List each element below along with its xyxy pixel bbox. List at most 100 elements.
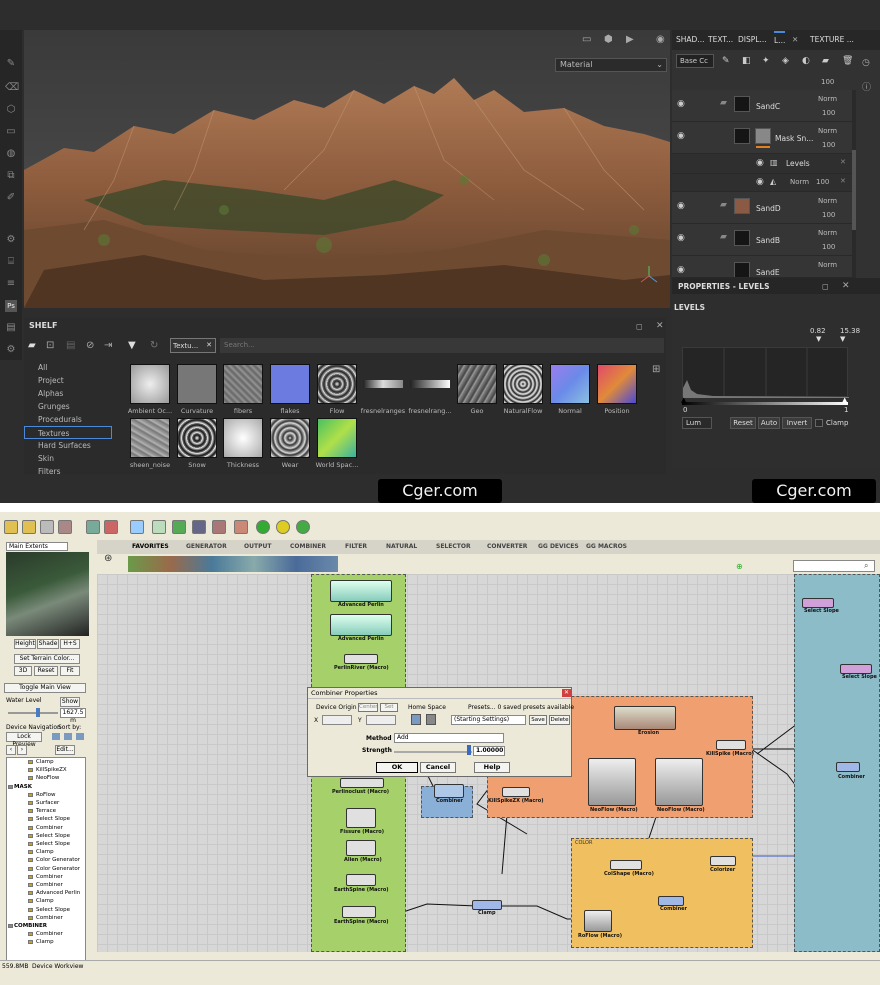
node-colshape[interactable] — [610, 860, 642, 870]
tree-item[interactable]: Combiner — [36, 882, 63, 888]
max-input-handle[interactable]: ▼ — [840, 335, 845, 343]
thumb-fresnelranges-2[interactable] — [410, 380, 450, 388]
bake-icon[interactable]: ⌸ — [5, 256, 17, 268]
visibility-eye-icon[interactable]: ◉ — [756, 158, 764, 168]
tree-item[interactable]: Select Slope — [36, 833, 70, 839]
projection-icon[interactable]: ⬡ — [5, 104, 17, 116]
water-slider-thumb[interactable] — [36, 708, 40, 717]
save-icon[interactable]: ▤ — [66, 340, 75, 351]
close-icon[interactable]: ✕ — [842, 281, 850, 291]
tab-filter[interactable]: FILTER — [345, 543, 367, 550]
node-select-slope-2[interactable] — [840, 664, 872, 674]
reset-button[interactable]: Reset — [730, 417, 756, 429]
eraser-icon[interactable]: ⌫ — [5, 82, 19, 94]
category-project[interactable]: Project — [38, 376, 64, 385]
node-earthspine-2[interactable] — [342, 906, 376, 918]
chip-close-icon[interactable]: ✕ — [206, 341, 212, 349]
water-level-field[interactable]: 1627.5 m — [60, 708, 86, 724]
shade-view-button[interactable]: Shade — [37, 639, 59, 649]
tab-close-icon[interactable]: ✕ — [792, 35, 798, 44]
thumb-geo[interactable] — [457, 364, 497, 404]
category-alphas[interactable]: Alphas — [38, 389, 63, 398]
node-perlinoclust[interactable] — [340, 778, 384, 788]
node-colorizer[interactable] — [710, 856, 736, 866]
node-combiner-right[interactable] — [836, 762, 860, 772]
output-max-handle[interactable]: ▲ — [842, 396, 847, 404]
document-icon[interactable]: ▤ — [5, 322, 17, 334]
channel-select[interactable]: Base Cc — [676, 54, 714, 68]
scrollbar-thumb[interactable] — [852, 150, 856, 230]
water-level-slider[interactable] — [8, 712, 58, 714]
refresh-icon[interactable]: ↻ — [150, 340, 158, 351]
strength-slider[interactable] — [394, 751, 472, 753]
effect-row-fill[interactable]: ◉ ◭ Norm 100 ✕ — [672, 174, 852, 192]
layers-scrollbar[interactable] — [852, 90, 856, 278]
layer-opacity[interactable]: 100 — [822, 211, 835, 219]
cube-view-icon[interactable]: ⬢ — [604, 34, 613, 45]
effect-close-icon[interactable]: ✕ — [840, 177, 846, 185]
blend-mode[interactable]: Norm — [818, 261, 837, 269]
save-preset-button[interactable]: Save — [529, 715, 547, 725]
thumb-ambient-occlusion[interactable] — [130, 364, 170, 404]
info-icon[interactable]: ⓘ — [862, 80, 871, 93]
blend-mode[interactable]: Norm — [818, 127, 837, 135]
thumb-thickness[interactable] — [223, 418, 263, 458]
delete-icon[interactable]: 🗑 — [842, 56, 853, 66]
tab-texture-set-settings[interactable]: TEXTURE ... — [810, 35, 854, 44]
set-button[interactable]: Set — [380, 703, 398, 712]
thumb-sheen-noise[interactable] — [130, 418, 170, 458]
layer-row-sandc[interactable]: ◉ ▰ SandC Norm 100 — [672, 90, 852, 122]
new-file-icon[interactable] — [4, 520, 18, 534]
visibility-eye-icon[interactable]: ◉ — [677, 265, 685, 275]
levels-histogram[interactable] — [682, 347, 849, 398]
terrain-preview[interactable] — [6, 552, 89, 636]
node-clamp[interactable] — [472, 900, 502, 910]
tree-item[interactable]: RoFlow — [36, 792, 56, 798]
layers-stack-icon[interactable]: ≡ — [5, 278, 17, 290]
layer-row-sandb[interactable]: ◉ ▰ SandB Norm 100 — [672, 224, 852, 256]
sort-icon-a[interactable] — [52, 733, 60, 740]
extents-select[interactable]: Main Extents — [6, 542, 68, 551]
center-button[interactable]: Center — [358, 703, 378, 712]
tree-item[interactable]: Clamp — [36, 849, 54, 855]
thumb-fibers[interactable] — [223, 364, 263, 404]
search-input[interactable]: Search... — [220, 338, 664, 353]
category-hard-surfaces[interactable]: Hard Surfaces — [38, 441, 91, 450]
delete-preset-button[interactable]: Delete — [549, 715, 570, 725]
device-search-input[interactable] — [793, 560, 875, 572]
tree-item[interactable]: Clamp — [36, 939, 54, 945]
device-palette-strip[interactable] — [128, 556, 338, 572]
folder-icon[interactable]: ▰ — [28, 340, 36, 351]
tab-generator[interactable]: GENERATOR — [186, 543, 227, 550]
output-min-handle[interactable]: ▲ — [681, 396, 686, 404]
tree-item[interactable]: MASK — [14, 784, 32, 790]
close-icon[interactable]: ✕ — [656, 321, 664, 331]
visibility-eye-icon[interactable]: ◉ — [677, 131, 685, 141]
3d-button[interactable]: 3D — [14, 666, 32, 676]
open-folder-icon[interactable] — [22, 520, 36, 534]
method-select[interactable]: Add — [394, 733, 504, 743]
camera-mode-icon[interactable]: ▭ — [582, 34, 591, 45]
preset-select[interactable]: (Starting Settings) — [451, 715, 526, 725]
visibility-eye-icon[interactable]: ◉ — [677, 99, 685, 109]
smudge-icon[interactable]: ◍ — [5, 148, 17, 160]
polygon-fill-icon[interactable]: ▭ — [5, 126, 17, 138]
node-earthspine-1[interactable] — [346, 874, 376, 886]
node-fissure[interactable] — [346, 808, 376, 828]
maximize-icon[interactable]: ◻ — [636, 322, 643, 331]
effect-close-icon[interactable]: ✕ — [840, 158, 846, 166]
node-neoflow-2[interactable] — [655, 758, 703, 806]
node-advanced-perlin-2[interactable] — [330, 614, 392, 636]
paint-brush-icon[interactable]: ✎ — [5, 58, 17, 70]
tree-item[interactable]: Combiner — [36, 874, 63, 880]
filter-icon[interactable]: ▼ — [128, 340, 136, 351]
photoshop-export-icon[interactable]: Ps — [5, 300, 17, 312]
settings-icon[interactable] — [234, 520, 248, 534]
build-icon[interactable] — [86, 520, 100, 534]
home-space-world-icon[interactable] — [411, 714, 421, 725]
x-coordinate-field[interactable] — [322, 715, 352, 725]
cancel-button[interactable]: Cancel — [420, 762, 456, 773]
tree-item[interactable]: NeoFlow — [36, 775, 59, 781]
node-combiner-color[interactable] — [658, 896, 684, 906]
strength-field[interactable]: 1.00000 — [473, 746, 505, 756]
